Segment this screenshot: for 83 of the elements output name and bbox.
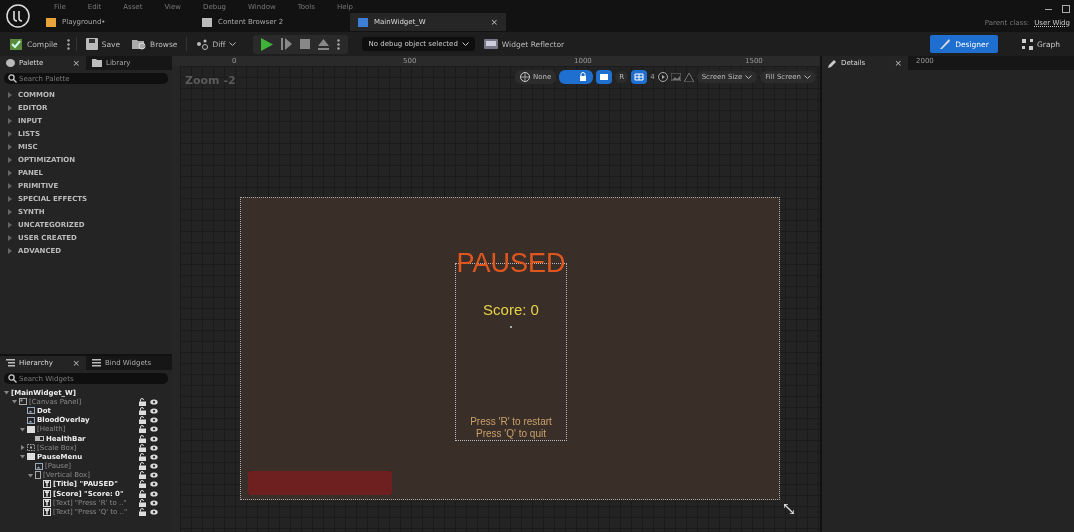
triangle-icon[interactable]: [683, 72, 694, 82]
image-icon[interactable]: [670, 73, 681, 81]
lock-icon[interactable]: [139, 498, 146, 507]
lock-icon[interactable]: [139, 452, 146, 461]
expand-arrow-icon[interactable]: [4, 390, 9, 396]
folder-search-icon: [132, 38, 147, 50]
hint-text: Press 'R' to restart: [470, 416, 552, 427]
monitor-icon: [483, 39, 498, 49]
play-circle-icon[interactable]: [657, 72, 668, 82]
zoom-label: Zoom -2: [185, 74, 236, 87]
pencil-icon: [828, 58, 837, 68]
eye-icon[interactable]: [150, 426, 158, 433]
more-icon[interactable]: [337, 38, 341, 50]
vertical-box-icon: [35, 471, 41, 480]
step-icon[interactable]: [281, 38, 293, 50]
expand-arrow-icon[interactable]: [20, 445, 25, 451]
tab-icon: [358, 17, 368, 27]
box-icon: [27, 425, 35, 433]
play-icon[interactable]: [261, 37, 274, 51]
chevron-down-icon: [804, 75, 811, 79]
eye-icon[interactable]: [150, 407, 158, 414]
pen-icon: [939, 38, 952, 50]
search-icon: [8, 74, 17, 83]
search-icon: [8, 374, 17, 383]
diff-icon: [196, 38, 209, 50]
grid-toggle[interactable]: [631, 70, 648, 84]
eye-icon[interactable]: [150, 417, 158, 424]
lock-icon[interactable]: [139, 489, 146, 498]
nodes-icon: [1022, 38, 1033, 50]
box-icon: [27, 453, 35, 461]
chevron-down-icon: [745, 75, 753, 79]
stop-icon[interactable]: [300, 39, 311, 49]
progress-bar-icon: [35, 436, 44, 442]
palette-icon: [6, 59, 15, 67]
save-icon: [85, 38, 98, 50]
lock-icon[interactable]: [139, 480, 146, 489]
expand-arrow-icon[interactable]: [12, 399, 17, 405]
restore-icon[interactable]: [1062, 5, 1070, 13]
eye-icon[interactable]: [150, 499, 158, 506]
more-icon[interactable]: [66, 38, 70, 50]
folder-icon: [92, 59, 102, 67]
tab-icon: [202, 17, 212, 27]
paused-title: PAUSED: [456, 248, 566, 279]
lock-icon[interactable]: [139, 471, 146, 480]
eye-icon[interactable]: [150, 453, 158, 460]
chevron-down-icon: [229, 42, 237, 46]
lock-icon[interactable]: [139, 443, 146, 452]
score-text: Score: 0: [483, 301, 539, 318]
tab-icon: [46, 17, 56, 27]
eye-icon[interactable]: [150, 444, 158, 451]
chevron-down-icon: [461, 42, 469, 46]
eye-icon[interactable]: [150, 509, 158, 516]
lock-icon[interactable]: [139, 425, 146, 434]
logo-icon[interactable]: [6, 4, 30, 28]
eye-icon[interactable]: [150, 490, 158, 497]
checkmark-icon: [9, 37, 23, 51]
eye-icon[interactable]: [150, 435, 158, 442]
hint-text: Press 'Q' to quit: [476, 428, 546, 439]
resize-handle-icon[interactable]: [784, 504, 794, 514]
tree-list-icon: [6, 359, 15, 367]
expand-arrow-icon[interactable]: [20, 454, 25, 460]
lock-icon[interactable]: [139, 406, 146, 415]
scale-box-icon: [27, 444, 35, 452]
widget-preview[interactable]: PAUSED Score: 0 Press 'R' to restart Press 'Q' to quit: [240, 197, 780, 500]
lock-toggle[interactable]: [559, 70, 594, 84]
eye-icon[interactable]: [150, 472, 158, 479]
expand-arrow-icon[interactable]: [28, 472, 33, 478]
globe-icon: [520, 72, 531, 82]
layout-toggle[interactable]: [596, 70, 613, 84]
close-icon[interactable]: ×: [490, 17, 498, 27]
lock-icon[interactable]: [139, 397, 146, 406]
canvas-panel-icon: [19, 398, 27, 406]
eye-icon[interactable]: [150, 463, 158, 470]
image-widget-icon: [35, 462, 43, 470]
lock-icon[interactable]: [139, 462, 146, 471]
lock-icon[interactable]: [139, 416, 146, 425]
list-icon: [92, 359, 101, 367]
eject-icon[interactable]: [318, 38, 330, 50]
eye-icon[interactable]: [150, 398, 158, 405]
lock-icon[interactable]: [139, 434, 146, 443]
lock-icon[interactable]: [139, 508, 146, 517]
expand-arrow-icon[interactable]: [20, 426, 25, 432]
eye-icon[interactable]: [150, 481, 158, 488]
